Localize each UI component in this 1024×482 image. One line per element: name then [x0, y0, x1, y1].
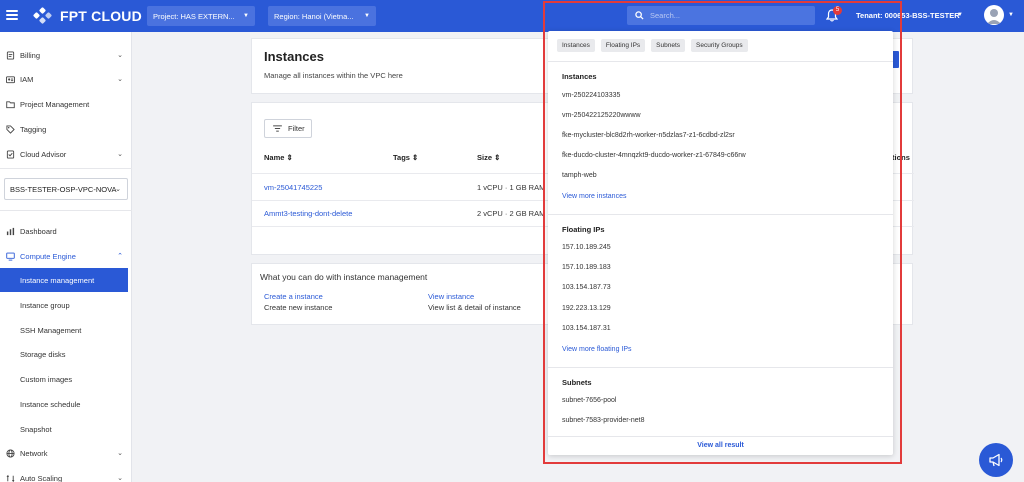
brand-logo[interactable]: FPT CLOUD: [32, 6, 142, 26]
chevron-down-icon: ⌄: [117, 151, 123, 158]
folder-icon: [5, 99, 15, 109]
chevron-up-icon: ⌃: [117, 253, 123, 260]
sidebar-item-label: Tagging: [20, 124, 47, 134]
sort-icon: ⇕: [286, 153, 293, 162]
sidebar-item-label: Custom images: [20, 374, 73, 384]
column-header-tags[interactable]: Tags ⇕: [393, 153, 418, 162]
help-title: What you can do with instance management: [260, 272, 428, 282]
sidebar-item-label: Project Management: [20, 99, 90, 109]
instance-size: 2 vCPU · 2 GB RAM: [477, 209, 546, 218]
sidebar-item-label: Cloud Advisor: [20, 149, 67, 159]
id-card-icon: [5, 74, 15, 84]
sidebar-divider: [0, 210, 132, 211]
sidebar-item-instance-schedule[interactable]: Instance schedule: [0, 392, 128, 416]
vpc-selector[interactable]: BSS-TESTER-OSP-VPC-NOVA ⌄: [4, 178, 128, 200]
instance-size: 1 vCPU · 1 GB RAM: [477, 183, 546, 192]
sidebar-item-project-management[interactable]: Project Management: [0, 92, 132, 116]
sidebar-item-ssh-management[interactable]: SSH Management: [0, 318, 128, 342]
sidebar-item-label: SSH Management: [20, 325, 82, 335]
logo-text: FPT CLOUD: [60, 8, 142, 24]
chevron-down-icon: ⌄: [115, 186, 121, 193]
sidebar-item-cloud-advisor[interactable]: Cloud Advisor ⌄: [0, 142, 132, 166]
highlight-outline: [543, 1, 902, 464]
sidebar-item-instance-group[interactable]: Instance group: [0, 293, 128, 317]
filter-lines-icon: [273, 125, 282, 132]
sidebar-divider: [0, 168, 132, 169]
sidebar-item-label: Dashboard: [20, 226, 57, 236]
sidebar-item-custom-images[interactable]: Custom images: [0, 367, 128, 391]
sidebar-item-label: Compute Engine: [20, 251, 76, 261]
chevron-down-icon: ⌄: [117, 52, 123, 59]
sort-icon: ⇕: [494, 153, 501, 162]
sidebar-item-instance-management[interactable]: Instance management: [0, 268, 128, 292]
sort-icon: ⇕: [412, 153, 419, 162]
create-instance-link[interactable]: Create a instance: [264, 292, 323, 301]
caret-down-icon[interactable]: ▼: [957, 12, 963, 18]
project-selector[interactable]: Project: HAS EXTERN... ▼: [147, 6, 255, 26]
caret-down-icon[interactable]: ▼: [1008, 12, 1014, 18]
globe-icon: [5, 448, 15, 458]
user-avatar-icon: [987, 9, 1001, 24]
sidebar-item-label: Billing: [20, 50, 41, 60]
column-header-size[interactable]: Size ⇕: [477, 153, 500, 162]
page-subtitle: Manage all instances within the VPC here: [264, 71, 403, 80]
sidebar-item-billing[interactable]: Billing ⌄: [0, 43, 132, 67]
billing-icon: [5, 50, 15, 60]
sidebar-item-network[interactable]: Network ⌄: [0, 441, 132, 465]
column-header-name[interactable]: Name ⇕: [264, 153, 293, 162]
sidebar: Billing ⌄ IAM ⌄ Project Management Taggi…: [0, 32, 132, 482]
sidebar-item-label: Instance management: [20, 275, 95, 285]
sidebar-item-storage-disks[interactable]: Storage disks: [0, 342, 128, 366]
sidebar-item-snapshot[interactable]: Snapshot: [0, 417, 128, 441]
megaphone-icon: [989, 453, 1003, 467]
filter-button[interactable]: Filter: [264, 119, 312, 138]
sidebar-item-tagging[interactable]: Tagging: [0, 117, 132, 141]
logo-mark-icon: [32, 6, 56, 25]
announcement-button[interactable]: [979, 443, 1013, 477]
view-instance-description: View list & detail of instance: [428, 303, 521, 312]
sidebar-item-iam[interactable]: IAM ⌄: [0, 67, 132, 91]
monitor-icon: [5, 251, 15, 261]
chevron-down-icon: ⌄: [117, 475, 123, 482]
page-title: Instances: [264, 49, 324, 64]
sidebar-item-label: Network: [20, 448, 48, 458]
hamburger-menu-icon[interactable]: [6, 10, 18, 20]
sidebar-item-dashboard[interactable]: Dashboard: [0, 219, 132, 243]
tag-icon: [5, 124, 15, 134]
advisor-icon: [5, 149, 15, 159]
sidebar-item-label: Storage disks: [20, 349, 66, 359]
auto-scaling-icon: [5, 473, 15, 482]
sidebar-item-label: Snapshot: [20, 424, 52, 434]
vpc-selector-value: BSS-TESTER-OSP-VPC-NOVA: [10, 184, 117, 194]
region-selector[interactable]: Region: Hanoi (Vietna... ▼: [268, 6, 376, 26]
filter-label: Filter: [288, 124, 305, 133]
sidebar-item-compute-engine[interactable]: Compute Engine ⌃: [0, 244, 132, 268]
sidebar-item-label: IAM: [20, 74, 34, 84]
sidebar-item-label: Auto Scaling: [20, 473, 63, 482]
create-instance-description: Create new instance: [264, 303, 333, 312]
instance-name-link[interactable]: Ammt3-testing-dont-delete: [264, 209, 352, 218]
user-avatar[interactable]: [984, 5, 1004, 25]
sidebar-item-label: Instance group: [20, 300, 70, 310]
caret-down-icon: ▼: [243, 13, 249, 19]
chevron-down-icon: ⌄: [117, 76, 123, 83]
view-instance-link[interactable]: View instance: [428, 292, 474, 301]
sidebar-item-auto-scaling[interactable]: Auto Scaling ⌄: [0, 466, 132, 482]
region-selector-label: Region: Hanoi (Vietna...: [274, 11, 354, 21]
bar-chart-icon: [5, 226, 15, 236]
caret-down-icon: ▼: [364, 13, 370, 19]
chevron-down-icon: ⌄: [117, 450, 123, 457]
project-selector-label: Project: HAS EXTERN...: [153, 11, 235, 21]
instance-name-link[interactable]: vm-25041745225: [264, 183, 322, 192]
sidebar-item-label: Instance schedule: [20, 399, 81, 409]
